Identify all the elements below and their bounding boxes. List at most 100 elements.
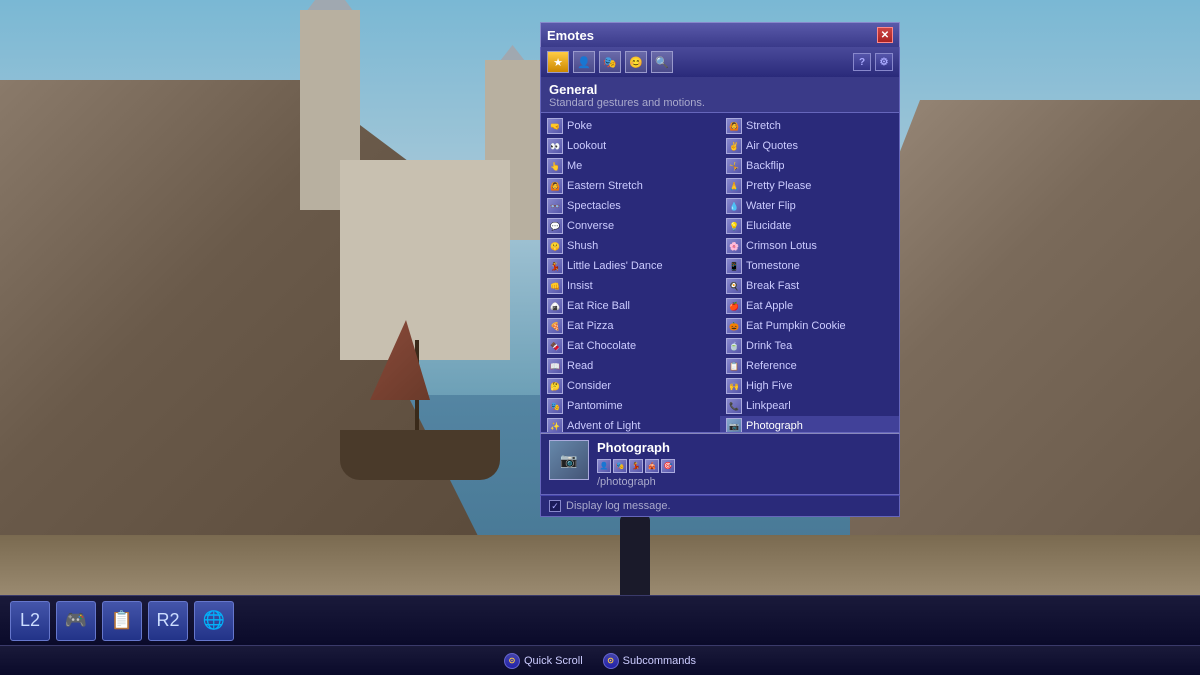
item-icon-break-fast: 🍳	[726, 278, 742, 294]
list-item[interactable]: 🙏 Pretty Please	[720, 176, 899, 196]
bottom-bar: ⊙ Quick Scroll ⊙ Subcommands	[0, 645, 1200, 675]
list-item[interactable]: 🙆 Eastern Stretch	[541, 176, 720, 196]
toolbar-face-icon[interactable]: 😊	[625, 51, 647, 73]
item-label-pantomime: Pantomime	[567, 400, 623, 412]
item-label-little-ladies-dance: Little Ladies' Dance	[567, 260, 663, 272]
taskbar-icon-controller[interactable]: 🎮	[56, 601, 96, 641]
emotes-list[interactable]: 🤜 Poke 👀 Lookout 👆 Me 🙆 Eastern Stretch …	[540, 113, 900, 433]
close-button[interactable]: ✕	[877, 27, 893, 43]
list-item[interactable]: 🤫 Shush	[541, 236, 720, 256]
list-item[interactable]: 🙆 Stretch	[720, 116, 899, 136]
detail-sub-icon-3: 💃	[629, 459, 643, 473]
list-item[interactable]: 👆 Me	[541, 156, 720, 176]
item-label-high-five: High Five	[746, 380, 792, 392]
item-icon-converse: 💬	[547, 218, 563, 234]
list-item[interactable]: 📞 Linkpearl	[720, 396, 899, 416]
list-item[interactable]: 🙌 High Five	[720, 376, 899, 396]
list-item[interactable]: 🍙 Eat Rice Ball	[541, 296, 720, 316]
item-icon-spectacles: 👓	[547, 198, 563, 214]
boat	[330, 350, 510, 480]
list-item[interactable]: 🤔 Consider	[541, 376, 720, 396]
list-item[interactable]: 💡 Elucidate	[720, 216, 899, 236]
castle	[300, 40, 550, 360]
list-item[interactable]: 🍕 Eat Pizza	[541, 316, 720, 336]
item-icon-little-ladies-dance: 💃	[547, 258, 563, 274]
list-item[interactable]: 🤸 Backflip	[720, 156, 899, 176]
item-label-converse: Converse	[567, 220, 614, 232]
item-label-eastern-stretch: Eastern Stretch	[567, 180, 643, 192]
item-icon-pretty-please: 🙏	[726, 178, 742, 194]
toolbar-settings-icon[interactable]: ⚙	[875, 53, 893, 71]
list-item[interactable]: 🤜 Poke	[541, 116, 720, 136]
dialog-titlebar: Emotes ✕	[540, 22, 900, 47]
item-label-elucidate: Elucidate	[746, 220, 791, 232]
list-item[interactable]: 🌸 Crimson Lotus	[720, 236, 899, 256]
boat-hull	[340, 430, 500, 480]
list-item[interactable]: 🎭 Pantomime	[541, 396, 720, 416]
item-label-linkpearl: Linkpearl	[746, 400, 791, 412]
item-icon-eat-pizza: 🍕	[547, 318, 563, 334]
item-icon-poke: 🤜	[547, 118, 563, 134]
list-item[interactable]: 📱 Tomestone	[720, 256, 899, 276]
list-item[interactable]: 👓 Spectacles	[541, 196, 720, 216]
emotes-dialog: Emotes ✕ ★ 👤 🎭 😊 🔍 ? ⚙ General Standard …	[540, 22, 900, 517]
detail-text: Photograph 👤 🎭 💃 🎪 🎯 /photograph	[597, 440, 891, 488]
item-label-eat-chocolate: Eat Chocolate	[567, 340, 636, 352]
item-label-drink-tea: Drink Tea	[746, 340, 792, 352]
item-icon-air-quotes: ✌	[726, 138, 742, 154]
taskbar-icon-menu[interactable]: 📋	[102, 601, 142, 641]
list-item[interactable]: ✌ Air Quotes	[720, 136, 899, 156]
detail-sub-icon-2: 🎭	[613, 459, 627, 473]
taskbar-icon-l2[interactable]: L2	[10, 601, 50, 641]
cliff-right	[850, 100, 1200, 550]
item-icon-lookout: 👀	[547, 138, 563, 154]
item-label-air-quotes: Air Quotes	[746, 140, 798, 152]
item-icon-read: 📖	[547, 358, 563, 374]
list-item[interactable]: 📖 Read	[541, 356, 720, 376]
list-item-photograph[interactable]: 📷 Photograph	[720, 416, 899, 433]
toolbar-favorites-icon[interactable]: ★	[547, 51, 569, 73]
toolbar-character-icon[interactable]: 👤	[573, 51, 595, 73]
right-column: 🙆 Stretch ✌ Air Quotes 🤸 Backflip 🙏 Pret…	[720, 116, 899, 433]
toolbar-emote-icon[interactable]: 🎭	[599, 51, 621, 73]
item-icon-eastern-stretch: 🙆	[547, 178, 563, 194]
item-icon-elucidate: 💡	[726, 218, 742, 234]
category-title: General	[549, 82, 891, 97]
list-item[interactable]: 🎃 Eat Pumpkin Cookie	[720, 316, 899, 336]
item-label-reference: Reference	[746, 360, 797, 372]
list-item[interactable]: 🍎 Eat Apple	[720, 296, 899, 316]
item-icon-high-five: 🙌	[726, 378, 742, 394]
display-log-checkbox[interactable]	[549, 500, 561, 512]
item-icon-advent-of-light: ✨	[547, 418, 563, 433]
item-label-read: Read	[567, 360, 593, 372]
list-item[interactable]: 💧 Water Flip	[720, 196, 899, 216]
subcommands-label: Subcommands	[623, 655, 696, 667]
item-label-eat-pumpkin-cookie: Eat Pumpkin Cookie	[746, 320, 846, 332]
list-item[interactable]: 🍫 Eat Chocolate	[541, 336, 720, 356]
item-label-break-fast: Break Fast	[746, 280, 799, 292]
item-label-insist: Insist	[567, 280, 593, 292]
item-icon-me: 👆	[547, 158, 563, 174]
list-item[interactable]: 👊 Insist	[541, 276, 720, 296]
toolbar-search-icon[interactable]: 🔍	[651, 51, 673, 73]
item-label-advent-of-light: Advent of Light	[567, 420, 640, 432]
item-icon-tomestone: 📱	[726, 258, 742, 274]
list-item[interactable]: 📋 Reference	[720, 356, 899, 376]
castle-body	[340, 160, 510, 360]
item-icon-eat-chocolate: 🍫	[547, 338, 563, 354]
taskbar-icon-r2[interactable]: R2	[148, 601, 188, 641]
list-columns: 🤜 Poke 👀 Lookout 👆 Me 🙆 Eastern Stretch …	[541, 116, 899, 433]
toolbar-help-icon[interactable]: ?	[853, 53, 871, 71]
list-item[interactable]: 💃 Little Ladies' Dance	[541, 256, 720, 276]
list-item[interactable]: 👀 Lookout	[541, 136, 720, 156]
list-item[interactable]: 🍵 Drink Tea	[720, 336, 899, 356]
detail-sub-icon-4: 🎪	[645, 459, 659, 473]
item-icon-eat-rice-ball: 🍙	[547, 298, 563, 314]
item-icon-eat-apple: 🍎	[726, 298, 742, 314]
taskbar-icon-globe[interactable]: 🌐	[194, 601, 234, 641]
list-item[interactable]: 🍳 Break Fast	[720, 276, 899, 296]
list-item[interactable]: 💬 Converse	[541, 216, 720, 236]
list-item[interactable]: ✨ Advent of Light	[541, 416, 720, 433]
dialog-title: Emotes	[547, 28, 594, 43]
item-icon-insist: 👊	[547, 278, 563, 294]
